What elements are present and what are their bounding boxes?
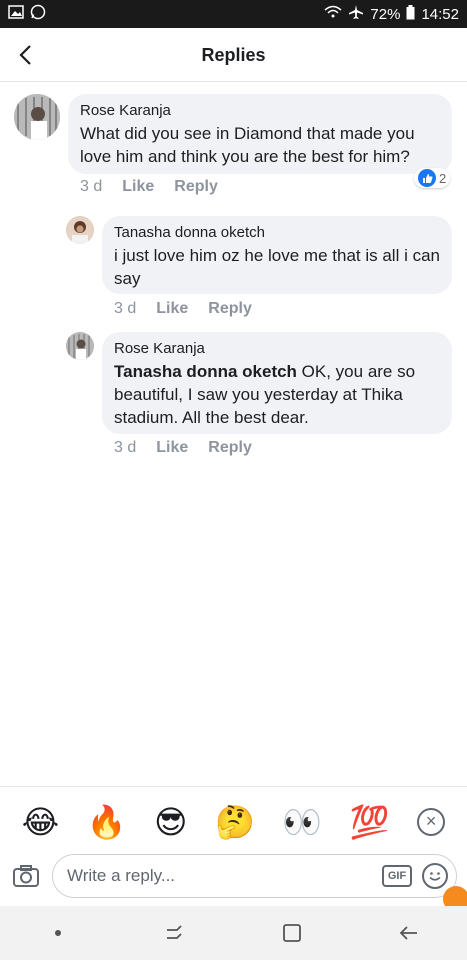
comment-bubble[interactable]: Rose Karanja Tanasha donna oketch OK, yo…: [102, 332, 452, 434]
like-button[interactable]: Like: [156, 300, 188, 318]
comment-bubble[interactable]: Rose Karanja What did you see in Diamond…: [68, 94, 452, 174]
comment-bubble[interactable]: Tanasha donna oketch i just love him oz …: [102, 216, 452, 294]
status-bar: 72% 14:52: [0, 0, 467, 28]
avatar[interactable]: [66, 332, 94, 360]
eyes-emoji-icon[interactable]: 👀: [282, 806, 322, 838]
recent-apps-button[interactable]: [145, 913, 205, 953]
comment-text: i just love him oz he love me that is al…: [114, 246, 440, 288]
reply-button[interactable]: Reply: [174, 178, 218, 196]
gallery-icon: [8, 5, 24, 23]
comment-text: Tanasha donna oketch OK, you are so beau…: [114, 360, 440, 429]
recent-apps-icon: [167, 925, 182, 939]
camera-icon: [13, 865, 39, 887]
thumbs-up-icon: [418, 169, 436, 187]
clock-time: 14:52: [421, 5, 459, 23]
nav-dot-button[interactable]: [28, 913, 88, 953]
avatar[interactable]: [66, 216, 94, 244]
comment-time: 3 d: [80, 178, 103, 195]
reply-input[interactable]: [67, 866, 382, 886]
comment-actions: 3 d Like Reply: [80, 178, 218, 196]
status-right: 72% 14:52: [324, 4, 459, 24]
comment-author[interactable]: Rose Karanja: [114, 340, 440, 357]
reaction-count: 2: [439, 170, 447, 186]
emoji-bar: 😂 🔥 😎 🤔 👀 💯 ×: [0, 786, 467, 856]
close-icon[interactable]: ×: [417, 807, 446, 836]
battery-percent: 72%: [370, 5, 401, 23]
comment-time: 3 d: [114, 300, 137, 317]
header: Replies: [0, 28, 467, 82]
wifi-icon: [324, 5, 342, 23]
avatar[interactable]: [14, 94, 60, 140]
sunglasses-emoji-icon[interactable]: 😎: [154, 806, 187, 838]
reply-button[interactable]: Reply: [208, 300, 252, 318]
airplane-icon: [348, 4, 364, 24]
dot-icon: [55, 930, 62, 936]
camera-button[interactable]: [10, 860, 42, 892]
comment-time: 3 d: [114, 439, 137, 456]
home-icon: [282, 924, 301, 942]
gif-button[interactable]: GIF: [382, 865, 412, 887]
fire-emoji-icon[interactable]: 🔥: [87, 806, 127, 838]
battery-icon: [406, 4, 415, 24]
comment-actions: 3 d Like Reply: [114, 439, 252, 457]
like-button[interactable]: Like: [122, 178, 154, 196]
reply-button[interactable]: Reply: [208, 439, 252, 457]
whatsapp-icon: [30, 4, 46, 24]
smiley-icon[interactable]: [422, 863, 448, 889]
comment-author[interactable]: Rose Karanja: [80, 102, 440, 119]
navigation-bar: [0, 906, 467, 960]
comment-author[interactable]: Tanasha donna oketch: [114, 224, 440, 241]
reply-input-container[interactable]: GIF: [52, 854, 457, 898]
reaction-badge[interactable]: 2: [414, 168, 451, 188]
page-title: Replies: [201, 45, 266, 65]
laughing-emoji-icon[interactable]: 😂: [22, 806, 59, 838]
home-button[interactable]: [262, 913, 322, 953]
thinking-emoji-icon[interactable]: 🤔: [215, 806, 255, 838]
comment-text: What did you see in Diamond that made yo…: [80, 124, 415, 166]
back-nav-button[interactable]: [379, 913, 439, 953]
like-button[interactable]: Like: [156, 439, 188, 457]
reply-input-row: GIF: [0, 848, 467, 904]
hundred-emoji-icon[interactable]: 💯: [350, 806, 390, 838]
comment-mention[interactable]: Tanasha donna oketch: [114, 362, 297, 381]
back-arrow-icon: [399, 926, 417, 940]
comment-actions: 3 d Like Reply: [114, 300, 252, 318]
status-left: [8, 4, 46, 24]
